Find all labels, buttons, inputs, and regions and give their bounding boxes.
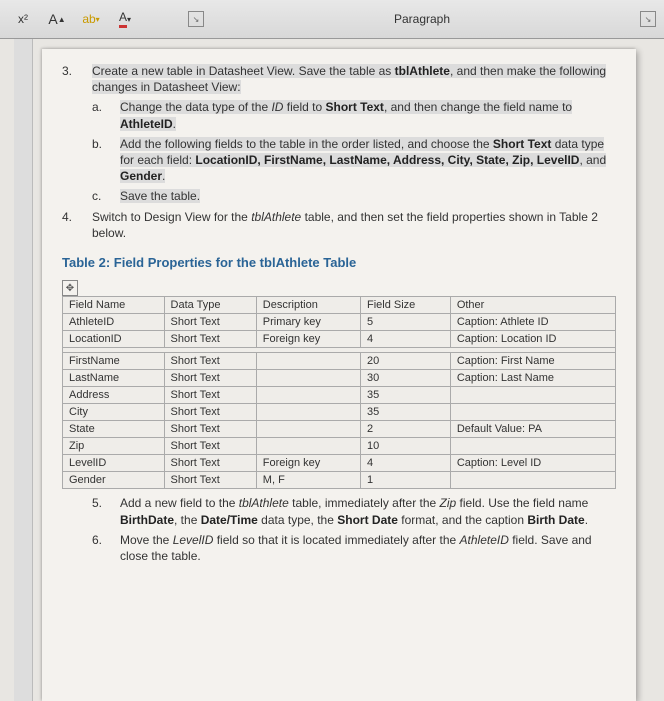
table-row: StateShort Text2Default Value: PA xyxy=(63,421,616,438)
highlighter-button[interactable]: ab▾ xyxy=(76,5,106,33)
table-row: CityShort Text35 xyxy=(63,404,616,421)
ribbon: x² A▲ ab▾ A▾ ↘ Paragraph ↘ xyxy=(0,0,664,39)
step-5: 5. Add a new field to the tblAthlete tab… xyxy=(92,495,616,527)
table-row: LevelIDShort TextForeign key4Caption: Le… xyxy=(63,455,616,472)
table-2-title: Table 2: Field Properties for the tblAth… xyxy=(62,255,616,270)
table-row: AthleteIDShort TextPrimary key5Caption: … xyxy=(63,314,616,331)
step-3c: c. Save the table. xyxy=(92,188,616,204)
table-row: FirstNameShort Text20Caption: First Name xyxy=(63,353,616,370)
field-properties-table: Field NameData TypeDescriptionField Size… xyxy=(62,296,616,489)
document-page: 3. Create a new table in Datasheet View.… xyxy=(42,49,636,701)
vertical-ruler xyxy=(14,39,33,701)
table-row: LastNameShort Text30Caption: Last Name xyxy=(63,370,616,387)
step-6: 6. Move the LevelID field so that it is … xyxy=(92,532,616,564)
step-4: 4. Switch to Design View for the tblAthl… xyxy=(62,209,616,241)
paragraph-dialog-launcher[interactable]: ↘ xyxy=(640,11,656,27)
step-3a: a. Change the data type of the ID field … xyxy=(92,99,616,131)
superscript-button[interactable]: x² xyxy=(8,5,38,33)
table-move-handle-icon[interactable]: ✥ xyxy=(62,280,78,296)
step-3: 3. Create a new table in Datasheet View.… xyxy=(62,63,616,95)
table-row: ZipShort Text10 xyxy=(63,438,616,455)
table-header-row: Field NameData TypeDescriptionField Size… xyxy=(63,297,616,314)
paragraph-group-label: Paragraph xyxy=(208,12,636,26)
step-3b: b. Add the following fields to the table… xyxy=(92,136,616,185)
table-row: AddressShort Text35 xyxy=(63,387,616,404)
font-size-increase-button[interactable]: A▲ xyxy=(42,5,72,33)
font-color-button[interactable]: A▾ xyxy=(110,5,140,33)
font-dialog-launcher[interactable]: ↘ xyxy=(188,11,204,27)
table-row: GenderShort TextM, F1 xyxy=(63,472,616,489)
table-row: LocationIDShort TextForeign key4Caption:… xyxy=(63,331,616,348)
list-marker: 3. xyxy=(62,63,92,95)
